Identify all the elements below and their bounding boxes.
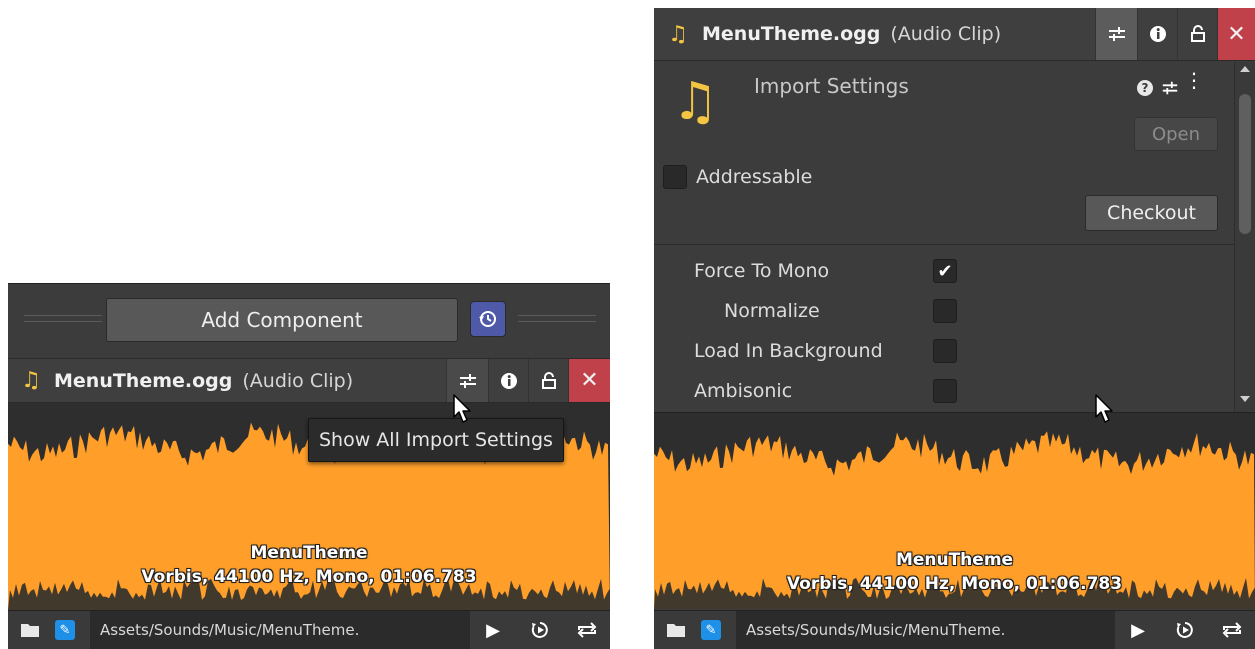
scrollbar[interactable]: [1234, 62, 1255, 412]
edit-icon: ✎: [55, 620, 75, 640]
waveform-preview: MenuTheme Vorbis, 44100 Hz, Mono, 01:06.…: [654, 412, 1255, 609]
show-in-folder-button[interactable]: [654, 611, 698, 649]
mouse-cursor-icon: [1095, 394, 1113, 423]
presets-sliders-icon[interactable]: [1161, 79, 1179, 97]
play-icon: ▶: [486, 619, 500, 641]
import-option-row[interactable]: Load In Background: [654, 337, 1234, 367]
import-options: Force To Mono ✔ Normalize Load In Backgroun…: [654, 245, 1234, 411]
import-option-label: Load In Background: [694, 340, 883, 362]
open-button[interactable]: Open: [1134, 117, 1218, 151]
addressable-checkbox[interactable]: [663, 165, 687, 189]
audio-asset-icon: ♫: [672, 72, 719, 132]
play-icon: ▶: [1131, 619, 1145, 641]
music-note-icon: ♫: [21, 368, 41, 393]
scroll-down-arrow[interactable]: [1240, 396, 1250, 402]
import-settings-header: ♫ Import Settings ? ⋮ Open Addressable C…: [654, 62, 1234, 245]
header-type: (Audio Clip): [242, 369, 354, 392]
lock-button[interactable]: [528, 359, 568, 402]
folder-icon: [667, 624, 685, 637]
import-settings-sliders-icon: [1108, 27, 1125, 41]
autoplay-button[interactable]: [516, 611, 564, 649]
import-option-label: Normalize: [724, 300, 820, 322]
header-type: (Audio Clip): [890, 23, 1002, 45]
audio-clip-header[interactable]: ♫ MenuTheme.ogg (Audio Clip) ✕: [8, 358, 610, 403]
info-icon: [1149, 26, 1166, 42]
add-component-row: Add Component: [8, 283, 610, 355]
import-option-label: Force To Mono: [694, 260, 830, 282]
divider-left: [24, 315, 102, 322]
checkout-button[interactable]: Checkout: [1085, 195, 1218, 231]
close-button[interactable]: ✕: [568, 359, 610, 402]
lock-button[interactable]: [1177, 8, 1217, 60]
close-button[interactable]: ✕: [1217, 8, 1255, 60]
left-inspector-panel: Add Component ♫ MenuTheme.ogg (Audio Cli…: [8, 283, 610, 649]
folder-icon: [21, 624, 39, 637]
import-option-row[interactable]: Ambisonic: [654, 377, 1234, 407]
import-option-checkbox[interactable]: [933, 379, 957, 403]
checkmark-icon: ✔: [937, 260, 953, 282]
kebab-menu-icon[interactable]: ⋮: [1184, 70, 1204, 90]
autoplay-icon: [1176, 622, 1193, 638]
asset-path[interactable]: Assets/Sounds/Music/MenuTheme.: [736, 611, 1115, 649]
play-button[interactable]: ▶: [470, 611, 516, 649]
waveform-info: Vorbis, 44100 Hz, Mono, 01:06.783: [786, 574, 1123, 594]
import-option-row[interactable]: Normalize: [654, 297, 1234, 327]
loop-button[interactable]: [564, 611, 610, 649]
import-option-checkbox[interactable]: [933, 339, 957, 363]
header-filename: MenuTheme.ogg: [54, 369, 233, 392]
divider-right: [518, 315, 596, 322]
preview-toolbar: ✎ Assets/Sounds/Music/MenuTheme. ▶: [654, 610, 1255, 649]
scroll-thumb[interactable]: [1239, 94, 1251, 234]
lock-icon: [541, 371, 556, 389]
import-settings-button[interactable]: [1095, 8, 1137, 60]
import-settings-title: Import Settings: [754, 74, 909, 98]
import-option-row[interactable]: Force To Mono ✔: [654, 257, 1234, 287]
history-icon: [479, 311, 496, 327]
loop-button[interactable]: [1209, 611, 1255, 649]
play-button[interactable]: ▶: [1115, 611, 1161, 649]
help-icon[interactable]: ?: [1137, 80, 1153, 96]
header-filename: MenuTheme.ogg: [702, 23, 881, 45]
waveform-title: MenuTheme: [895, 550, 1014, 570]
asset-path[interactable]: Assets/Sounds/Music/MenuTheme.: [90, 611, 470, 649]
preview-toolbar: ✎ Assets/Sounds/Music/MenuTheme. ▶: [8, 610, 610, 649]
audio-clip-header[interactable]: ♫ MenuTheme.ogg (Audio Clip) ✕: [654, 8, 1255, 61]
edit-button[interactable]: ✎: [52, 611, 78, 649]
right-inspector-panel: ♫ MenuTheme.ogg (Audio Clip) ✕ ♫ Import …: [654, 8, 1255, 649]
edit-icon: ✎: [701, 620, 721, 640]
info-icon: [500, 372, 517, 389]
info-button[interactable]: [488, 359, 528, 402]
mouse-cursor-icon: [453, 394, 471, 423]
addressable-label: Addressable: [696, 166, 813, 188]
waveform-info: Vorbis, 44100 Hz, Mono, 01:06.783: [141, 567, 477, 587]
close-icon: ✕: [1227, 21, 1246, 47]
import-settings-sliders-icon: [459, 373, 476, 388]
music-note-icon: ♫: [668, 21, 688, 47]
show-in-folder-button[interactable]: [8, 611, 52, 649]
loop-icon: [577, 622, 597, 638]
edit-button[interactable]: ✎: [698, 611, 724, 649]
lock-icon: [1190, 25, 1205, 42]
loop-icon: [1222, 622, 1242, 638]
add-component-button[interactable]: Add Component: [106, 298, 458, 342]
tooltip: Show All Import Settings: [308, 418, 564, 462]
close-icon: ✕: [580, 368, 599, 393]
autoplay-button[interactable]: [1161, 611, 1209, 649]
import-option-label: Ambisonic: [694, 380, 793, 402]
import-option-checkbox[interactable]: ✔: [933, 259, 957, 283]
info-button[interactable]: [1137, 8, 1177, 60]
import-option-checkbox[interactable]: [933, 299, 957, 323]
autoplay-icon: [531, 622, 548, 638]
history-button[interactable]: [470, 301, 506, 337]
scroll-up-arrow[interactable]: [1240, 66, 1250, 72]
waveform-title: MenuTheme: [250, 543, 368, 563]
